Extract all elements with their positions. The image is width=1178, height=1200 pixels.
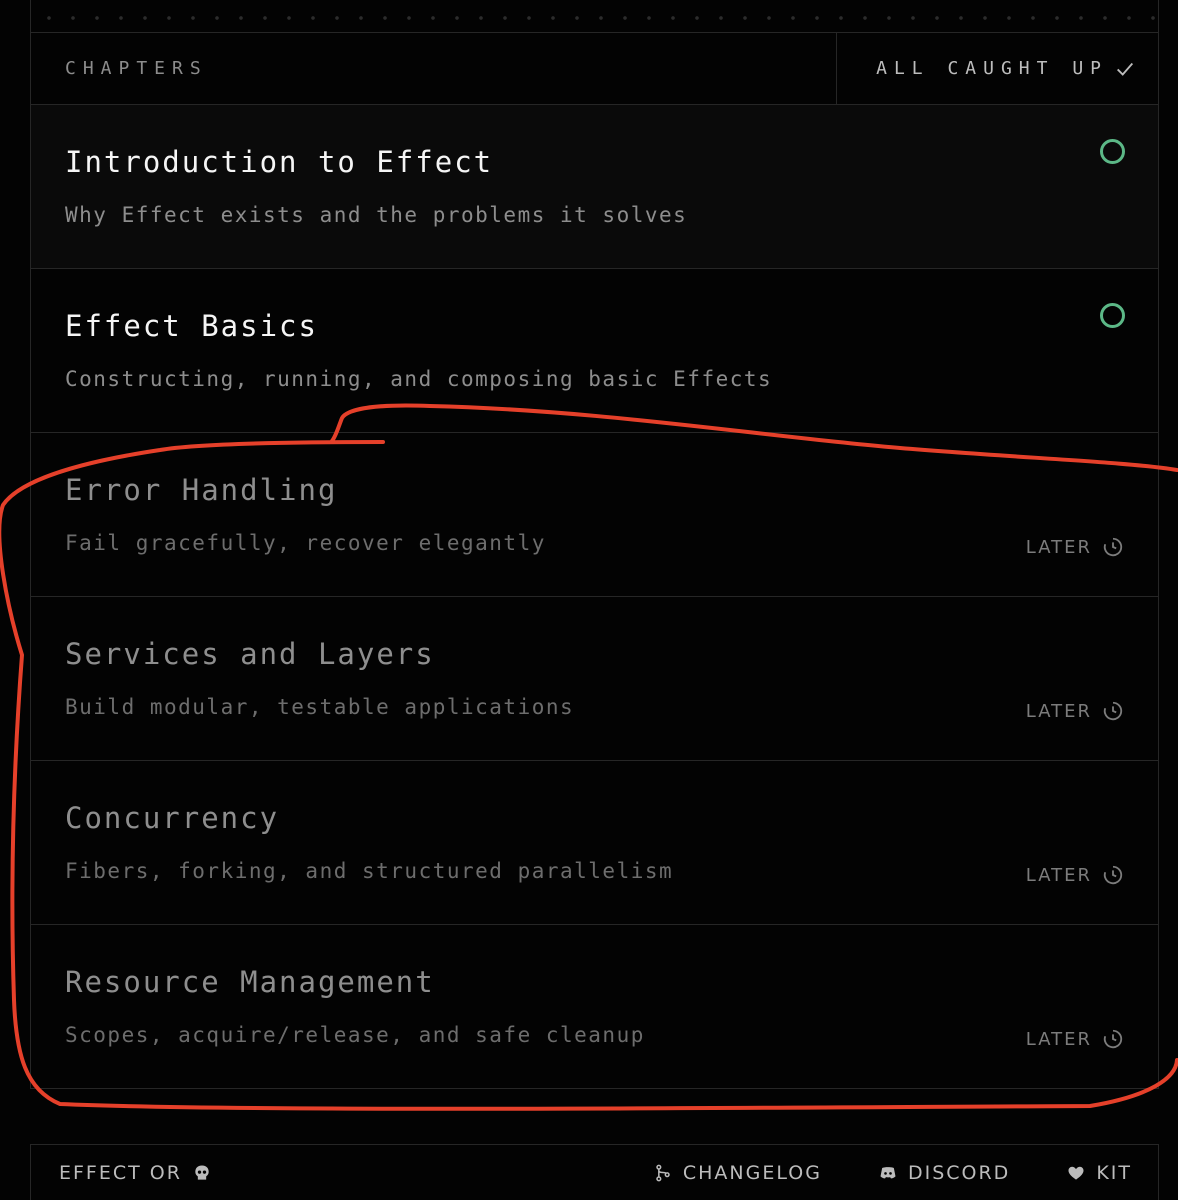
later-badge: LATER [1026,536,1124,558]
git-branch-icon [656,1164,670,1181]
changelog-link[interactable]: CHANGELOG [653,1162,822,1184]
clock-icon [1103,1029,1123,1049]
chapter-description: Fibers, forking, and structured parallel… [65,859,674,883]
chapter-description: Build modular, testable applications [65,695,575,719]
chapter-services-and-layers[interactable]: Services and Layers Build modular, testa… [31,597,1158,761]
status-label: ALL CAUGHT UP [876,58,1108,79]
dotted-top-strip [30,0,1159,32]
chapter-description: Fail gracefully, recover elegantly [65,531,546,555]
chapter-title: Effect Basics [65,309,318,343]
chapter-description: Why Effect exists and the problems it so… [65,203,688,227]
discord-icon [880,1166,896,1178]
ring-icon [1100,139,1125,164]
check-icon [1117,62,1134,76]
chapter-title: Services and Layers [65,637,435,671]
chapter-title: Introduction to Effect [65,145,494,179]
chapters-title: CHAPTERS [65,58,208,79]
discord-link[interactable]: DISCORD [878,1162,1010,1184]
brand-label: EFFECT OR [59,1161,182,1184]
footer: EFFECT OR CHANGELOG DISCORD KIT [30,1144,1159,1200]
later-label: LATER [1025,1028,1092,1050]
footer-brand[interactable]: EFFECT OR [59,1162,212,1184]
changelog-label: CHANGELOG [682,1161,822,1184]
footer-links: CHANGELOG DISCORD KIT [653,1162,1132,1184]
chapters-panel: CHAPTERS ALL CAUGHT UP Introduction to E… [30,32,1159,1089]
chapter-resource-management[interactable]: Resource Management Scopes, acquire/rele… [31,925,1158,1089]
later-label: LATER [1025,536,1092,558]
discord-label: DISCORD [907,1161,1011,1184]
chapters-header: CHAPTERS ALL CAUGHT UP [31,33,1158,105]
kit-link[interactable]: KIT [1066,1162,1132,1184]
clock-icon [1103,865,1123,885]
chapter-concurrency[interactable]: Concurrency Fibers, forking, and structu… [31,761,1158,925]
clock-icon [1103,537,1123,557]
chapter-title: Error Handling [65,473,338,507]
chapter-introduction-to-effect[interactable]: Introduction to Effect Why Effect exists… [31,105,1158,269]
kit-label: KIT [1096,1161,1132,1184]
chapter-title: Resource Management [65,965,435,999]
chapter-description: Constructing, running, and composing bas… [65,367,773,391]
later-badge: LATER [1026,1028,1124,1050]
later-label: LATER [1025,864,1092,886]
skull-icon [195,1165,209,1180]
ring-icon [1100,303,1125,328]
chapter-title: Concurrency [65,801,280,835]
chapter-effect-basics[interactable]: Effect Basics Constructing, running, and… [31,269,1158,433]
chapter-error-handling[interactable]: Error Handling Fail gracefully, recover … [31,433,1158,597]
later-label: LATER [1025,700,1092,722]
later-badge: LATER [1026,864,1124,886]
later-badge: LATER [1026,700,1124,722]
clock-icon [1103,701,1123,721]
chapter-description: Scopes, acquire/release, and safe cleanu… [65,1023,645,1047]
heart-icon [1068,1166,1084,1180]
all-caught-up-status[interactable]: ALL CAUGHT UP [836,33,1158,104]
